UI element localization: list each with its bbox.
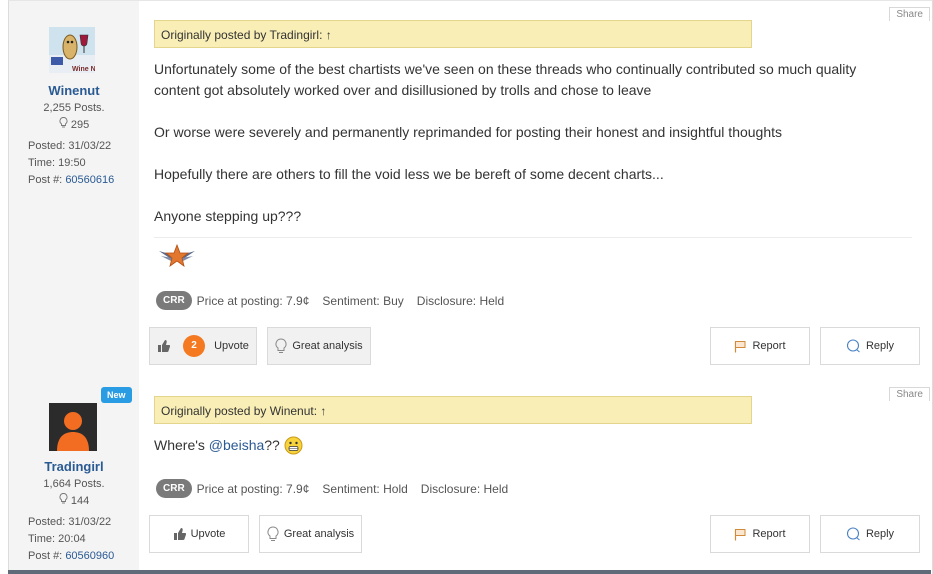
winged-star-award-icon bbox=[157, 241, 197, 276]
share-button[interactable]: Share bbox=[889, 7, 930, 21]
disclosure: Disclosure: Held bbox=[420, 481, 509, 496]
post-60560616: Wine Nut Winenut 2,255 Posts. 295 Posted… bbox=[8, 0, 933, 382]
post-number: Post #: 60560960 bbox=[28, 550, 115, 562]
lightbulb-icon bbox=[59, 493, 71, 507]
svg-text:Wine Nut: Wine Nut bbox=[72, 66, 95, 73]
user-sidebar: New Tradingirl 1,664 Posts. 144 Posted: … bbox=[9, 381, 139, 574]
great-analysis-button[interactable]: Great analysis bbox=[267, 327, 371, 365]
avatar[interactable] bbox=[49, 403, 97, 451]
flag-icon bbox=[734, 528, 747, 541]
quote-banner[interactable]: Originally posted by Tradingirl: ↑ bbox=[154, 20, 752, 48]
thumbs-up-icon bbox=[173, 527, 186, 541]
lightbulb-icon bbox=[59, 117, 71, 131]
flag-icon bbox=[734, 340, 747, 353]
report-label: Report bbox=[752, 340, 786, 352]
post-count: 2,255 Posts. bbox=[43, 102, 105, 114]
post-60560960: New Tradingirl 1,664 Posts. 144 Posted: … bbox=[8, 381, 933, 574]
upvote-button[interactable]: Upvote bbox=[149, 515, 249, 553]
stock-info: CRR Price at posting: 7.9¢ Sentiment: Bu… bbox=[156, 291, 517, 310]
post-content: Share Originally posted by Winenut: ↑ Wh… bbox=[139, 381, 932, 574]
post-number: Post #: 60560616 bbox=[28, 174, 115, 186]
thumbs-up-icon bbox=[157, 339, 171, 353]
post-paragraph: Where's @beisha ?? bbox=[154, 435, 884, 456]
stock-tag[interactable]: CRR bbox=[156, 291, 192, 310]
post-number-link[interactable]: 60560960 bbox=[65, 550, 114, 562]
stock-info: CRR Price at posting: 7.9¢ Sentiment: Ho… bbox=[156, 479, 521, 498]
reply-button[interactable]: Reply bbox=[820, 515, 920, 553]
upvote-count: 2 bbox=[183, 335, 206, 357]
bottom-edge-bar bbox=[8, 570, 931, 574]
username[interactable]: Winenut bbox=[9, 83, 139, 98]
grimace-emoji-icon bbox=[284, 436, 303, 455]
sentiment: Sentiment: Hold bbox=[322, 481, 408, 496]
posted-date: Posted: 31/03/22 bbox=[28, 516, 112, 528]
lightbulb-icon bbox=[275, 338, 287, 354]
reply-button[interactable]: Reply bbox=[820, 327, 920, 365]
reply-bubble-icon bbox=[846, 527, 861, 541]
report-label: Report bbox=[752, 528, 786, 540]
price-at-posting: Price at posting: 7.9¢ bbox=[196, 481, 310, 496]
great-analysis-button[interactable]: Great analysis bbox=[259, 515, 362, 553]
user-sidebar: Wine Nut Winenut 2,255 Posts. 295 Posted… bbox=[9, 1, 139, 381]
lightbulb-icon bbox=[267, 526, 279, 542]
mention-link[interactable]: @beisha bbox=[209, 435, 264, 456]
upvote-button[interactable]: 2 Upvote bbox=[149, 327, 257, 365]
stock-tag[interactable]: CRR bbox=[156, 479, 192, 498]
reply-bubble-icon bbox=[846, 339, 861, 353]
post-count: 1,664 Posts. bbox=[43, 478, 105, 490]
post-paragraph: Or worse were severely and permanently r… bbox=[154, 124, 783, 140]
posted-time: Time: 20:04 bbox=[28, 533, 86, 545]
sentiment: Sentiment: Buy bbox=[322, 293, 404, 308]
post-paragraph: Hopefully there are others to fill the v… bbox=[154, 166, 664, 182]
likes-count: 144 bbox=[9, 493, 139, 507]
post-paragraph: Unfortunately some of the best chartists… bbox=[154, 61, 857, 98]
post-paragraph: Anyone stepping up??? bbox=[154, 208, 302, 224]
posted-date: Posted: 31/03/22 bbox=[28, 140, 112, 152]
post-meta: Posted: 31/03/22 Time: 19:50 Post #: 605… bbox=[28, 138, 114, 189]
posted-time: Time: 19:50 bbox=[28, 157, 86, 169]
disclosure: Disclosure: Held bbox=[416, 293, 505, 308]
price-at-posting: Price at posting: 7.9¢ bbox=[196, 293, 310, 308]
report-button[interactable]: Report bbox=[710, 327, 810, 365]
new-badge: New bbox=[101, 387, 132, 403]
post-content: Share Originally posted by Tradingirl: ↑… bbox=[139, 1, 932, 381]
report-button[interactable]: Report bbox=[710, 515, 810, 553]
great-analysis-label: Great analysis bbox=[292, 340, 363, 352]
likes-count: 295 bbox=[9, 117, 139, 131]
upvote-label: Upvote bbox=[190, 528, 226, 540]
post-number-link[interactable]: 60560616 bbox=[65, 174, 114, 186]
share-button[interactable]: Share bbox=[889, 387, 930, 401]
post-meta: Posted: 31/03/22 Time: 20:04 Post #: 605… bbox=[28, 514, 114, 565]
reply-label: Reply bbox=[865, 528, 895, 540]
upvote-label: Upvote bbox=[214, 340, 249, 352]
reply-label: Reply bbox=[865, 340, 895, 352]
divider bbox=[154, 237, 912, 238]
great-analysis-label: Great analysis bbox=[283, 528, 355, 540]
username[interactable]: Tradingirl bbox=[9, 459, 139, 474]
quote-banner[interactable]: Originally posted by Winenut: ↑ bbox=[154, 396, 752, 424]
avatar[interactable]: Wine Nut bbox=[49, 27, 103, 73]
